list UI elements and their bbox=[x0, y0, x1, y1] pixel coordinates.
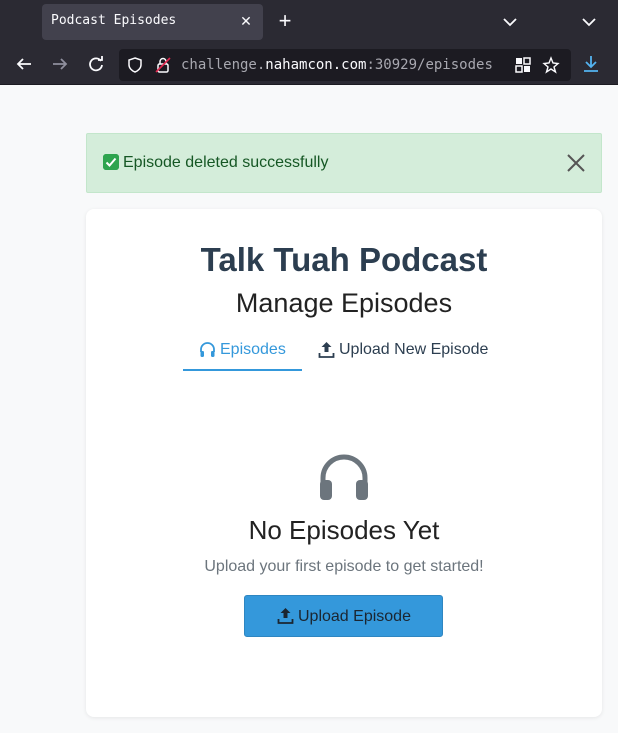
upload-episode-button-label: Upload Episode bbox=[298, 608, 411, 625]
alert-message: Episode deleted successfully bbox=[123, 154, 329, 171]
lock-warning-icon[interactable] bbox=[154, 56, 172, 74]
shield-icon[interactable] bbox=[126, 56, 144, 74]
page-title: Talk Tuah Podcast bbox=[200, 241, 488, 278]
browser-tab-bar: Podcast Episodes ✕ + bbox=[0, 0, 618, 44]
chevron-down-icon[interactable] bbox=[500, 12, 520, 32]
reload-icon[interactable] bbox=[85, 53, 107, 75]
success-alert: Episode deleted successfully bbox=[86, 133, 602, 193]
back-arrow-icon[interactable] bbox=[13, 53, 35, 75]
headphones-icon bbox=[320, 454, 368, 500]
forward-arrow-icon[interactable] bbox=[49, 53, 71, 75]
download-icon[interactable] bbox=[580, 53, 602, 75]
tab-episodes[interactable]: Episodes bbox=[183, 339, 302, 371]
upload-icon bbox=[318, 342, 335, 358]
headphones-icon bbox=[200, 342, 215, 357]
tab-episodes-label: Episodes bbox=[220, 341, 286, 358]
browser-tab[interactable]: Podcast Episodes ✕ bbox=[42, 4, 263, 40]
tab-upload-new-episode[interactable]: Upload New Episode bbox=[317, 339, 517, 371]
new-tab-icon[interactable]: + bbox=[274, 10, 296, 32]
url-suffix: :30929/episodes bbox=[366, 57, 493, 73]
upload-icon bbox=[277, 608, 294, 624]
page-subtitle: Manage Episodes bbox=[235, 288, 453, 318]
url-text: challenge.nahamcon.com:30929/episodes bbox=[181, 57, 493, 73]
browser-tab-title: Podcast Episodes bbox=[51, 13, 177, 28]
empty-state-subtitle: Upload your first episode to get started… bbox=[204, 558, 484, 575]
chevron-down-icon[interactable] bbox=[579, 12, 599, 32]
browser-nav-bar: challenge.nahamcon.com:30929/episodes bbox=[0, 44, 618, 85]
check-mark-icon bbox=[103, 154, 119, 170]
tab-nav: Episodes Upload New Episode bbox=[183, 339, 513, 371]
upload-episode-button[interactable]: Upload Episode bbox=[244, 595, 443, 637]
episodes-card: Talk Tuah Podcast Manage Episodes Episod… bbox=[86, 209, 602, 717]
close-icon[interactable] bbox=[565, 152, 587, 174]
bookmark-star-icon[interactable] bbox=[542, 56, 560, 74]
close-tab-icon[interactable]: ✕ bbox=[237, 12, 255, 30]
url-host: nahamcon.com bbox=[265, 57, 367, 73]
qr-code-icon[interactable] bbox=[514, 56, 532, 74]
url-bar[interactable]: challenge.nahamcon.com:30929/episodes bbox=[119, 49, 571, 81]
tab-upload-label: Upload New Episode bbox=[339, 341, 489, 358]
url-prefix: challenge. bbox=[181, 57, 266, 73]
empty-state-title: No Episodes Yet bbox=[248, 515, 440, 545]
